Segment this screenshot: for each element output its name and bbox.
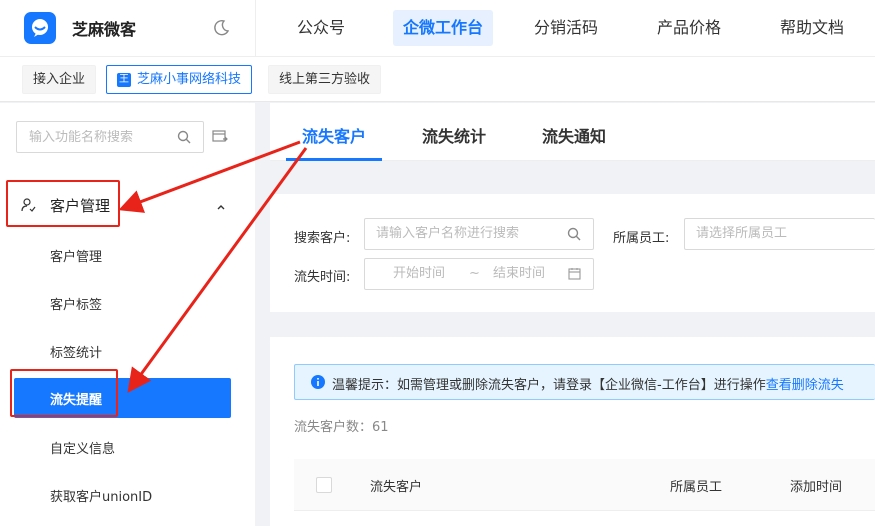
tab-churned-customers[interactable]: 流失客户: [302, 123, 366, 147]
search-icon[interactable]: [177, 130, 191, 148]
select-all-checkbox[interactable]: [316, 477, 332, 493]
view-deleted-link[interactable]: 查看删除流失: [766, 378, 844, 393]
topnav-item-pricing[interactable]: 产品价格: [647, 10, 731, 46]
info-icon: [311, 375, 325, 393]
table-header: 流失客户 所属员工 添加时间: [294, 459, 875, 511]
notice-text: 温馨提示：如需管理或删除流失客户，请登录【企业微信-工作台】进行操作查看删除流失: [332, 374, 844, 393]
sidebar-item-get-unionid[interactable]: 获取客户unionID: [50, 486, 152, 505]
brand-area: 芝麻微客: [0, 0, 255, 56]
search-customer-label: 搜索客户:: [294, 231, 351, 246]
notice-message: 温馨提示：如需管理或删除流失客户，请登录【企业微信-工作台】进行操作: [332, 378, 766, 393]
sidebar-item-custom-info[interactable]: 自定义信息: [50, 438, 115, 457]
brand-name: 芝麻微客: [72, 20, 137, 39]
customer-search-field: [364, 218, 594, 250]
chip-label: 线上第三方验收: [279, 72, 371, 87]
sidebar-item-customer-tags[interactable]: 客户标签: [50, 294, 102, 313]
staff-label: 所属员工:: [613, 231, 670, 246]
sidebar: 客户管理 客户管理 客户标签 标签统计 流失提醒 自定义信息 获取客户union…: [0, 103, 255, 526]
topnav-item-distribution-code[interactable]: 分销活码: [524, 10, 608, 46]
function-search: [16, 121, 204, 153]
enterprise-icon: 王: [117, 72, 131, 87]
tab-churn-notify[interactable]: 流失通知: [542, 123, 606, 147]
churned-count: 流失客户数：61: [294, 420, 389, 435]
staff-select[interactable]: [684, 218, 875, 250]
sidebar-item-tag-stats[interactable]: 标签统计: [50, 342, 102, 361]
staff-select-input[interactable]: [696, 226, 875, 241]
top-nav: 公众号 企微工作台 分销活码 产品价格 帮助文档: [255, 0, 875, 56]
topnav-item-wecom-workbench[interactable]: 企微工作台: [393, 10, 494, 46]
current-enterprise-chip[interactable]: 王 芝麻小事网络科技: [106, 65, 253, 94]
sidebar-item-customer-management[interactable]: 客户管理: [50, 246, 102, 265]
filter-card: 搜索客户: 所属员工: 流失时间: ~: [270, 194, 875, 312]
col-churned-customer: 流失客户: [370, 480, 423, 495]
col-staff: 所属员工: [670, 480, 723, 495]
range-separator: ~: [469, 266, 480, 281]
chat-bubble-icon: [24, 12, 56, 44]
calendar-icon: [568, 267, 581, 284]
function-search-input[interactable]: [29, 129, 169, 145]
churn-time-label: 流失时间:: [294, 270, 351, 285]
search-icon[interactable]: [567, 227, 581, 245]
chip-label: 接入企业: [33, 72, 86, 87]
topnav-item-official-account[interactable]: 公众号: [287, 10, 355, 46]
tab-churn-stats[interactable]: 流失统计: [422, 123, 486, 147]
layout-toggle-icon[interactable]: [212, 129, 228, 149]
chevron-up-icon[interactable]: [216, 200, 226, 216]
date-range-picker[interactable]: ~: [364, 258, 594, 290]
customer-search-input[interactable]: [376, 226, 556, 241]
topnav-item-help-docs[interactable]: 帮助文档: [770, 10, 854, 46]
annotation-box-group: [6, 180, 120, 227]
connect-enterprise-button[interactable]: 接入企业: [22, 65, 97, 94]
info-notice: 温馨提示：如需管理或删除流失客户，请登录【企业微信-工作台】进行操作查看删除流失: [294, 364, 875, 400]
chip-label: 芝麻小事网络科技: [137, 72, 242, 87]
tabs-card: 流失客户 流失统计 流失通知: [270, 103, 875, 161]
end-date-input[interactable]: [493, 266, 553, 281]
enterprise-bar: 接入企业 王 芝麻小事网络科技 线上第三方验收: [0, 56, 875, 102]
annotation-box-item: [10, 369, 118, 417]
third-party-acceptance-chip[interactable]: 线上第三方验收: [268, 65, 382, 94]
col-added-time: 添加时间: [790, 480, 843, 495]
active-tab-indicator: [286, 158, 382, 161]
moon-icon[interactable]: [212, 19, 230, 41]
start-date-input[interactable]: [393, 266, 453, 281]
